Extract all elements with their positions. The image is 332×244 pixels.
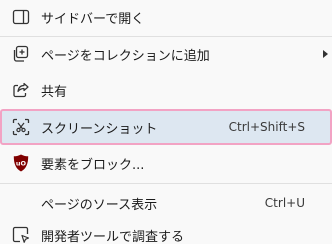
sidebar-icon [10, 6, 32, 28]
menu-item-label: 開発者ツールで調査する [41, 229, 185, 244]
menu-item-open-in-sidebar[interactable]: サイドバーで開く [0, 0, 332, 34]
submenu-arrow-icon [323, 50, 328, 58]
menu-item-inspect[interactable]: 開発者ツールで調査する [0, 218, 332, 244]
menu-item-block-element[interactable]: uO 要素をブロック... [0, 146, 332, 180]
context-menu: サイドバーで開く ページをコレクションに追加 共有 スクリーンショット Ctrl… [0, 0, 332, 244]
menu-separator [0, 183, 332, 184]
menu-item-label: サイドバーで開く [41, 11, 145, 27]
ublock-origin-icon: uO [10, 152, 32, 174]
menu-item-label: ページをコレクションに追加 [41, 48, 210, 64]
share-icon [10, 79, 32, 101]
menu-item-view-page-source[interactable]: ページのソース表示 Ctrl+U [0, 186, 332, 220]
menu-item-label: 共有 [41, 84, 68, 100]
menu-item-shortcut: Ctrl+Shift+S [228, 120, 305, 134]
menu-item-screenshot[interactable]: スクリーンショット Ctrl+Shift+S [0, 109, 332, 145]
menu-item-share[interactable]: 共有 [0, 73, 332, 107]
devtools-inspect-icon [10, 224, 32, 244]
menu-item-add-to-collections[interactable]: ページをコレクションに追加 [0, 37, 332, 71]
menu-item-label: 要素をブロック... [41, 157, 145, 173]
menu-item-shortcut: Ctrl+U [264, 196, 305, 210]
svg-text:uO: uO [16, 160, 27, 168]
menu-item-label: スクリーンショット [41, 121, 158, 137]
screenshot-icon [10, 116, 32, 138]
menu-item-label: ページのソース表示 [41, 197, 158, 213]
collections-add-icon [10, 43, 32, 65]
